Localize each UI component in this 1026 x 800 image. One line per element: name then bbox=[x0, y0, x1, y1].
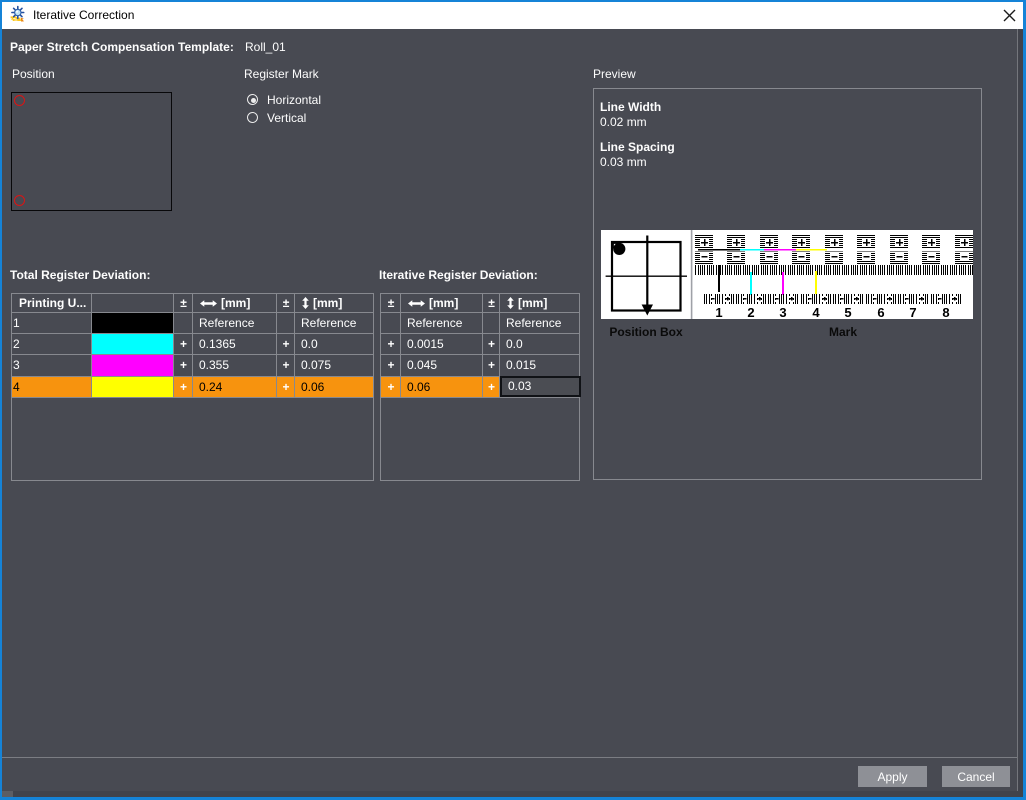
svg-text:6: 6 bbox=[877, 305, 884, 319]
svg-text:5: 5 bbox=[844, 305, 851, 319]
svg-text:8: 8 bbox=[942, 305, 949, 319]
svg-text:2: 2 bbox=[747, 305, 754, 319]
svg-text:3: 3 bbox=[779, 305, 786, 319]
svg-text:4: 4 bbox=[812, 305, 820, 319]
svg-text:1: 1 bbox=[715, 305, 722, 319]
svg-text:7: 7 bbox=[909, 305, 916, 319]
